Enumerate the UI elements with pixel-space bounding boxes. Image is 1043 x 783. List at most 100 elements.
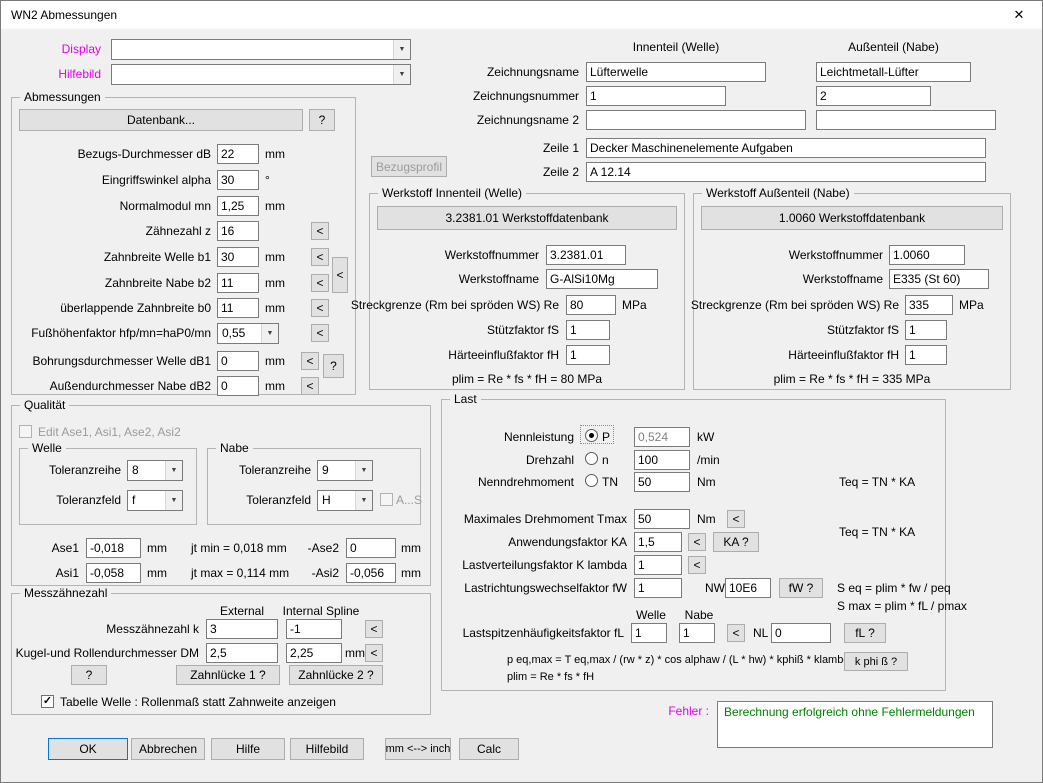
- zeichnungsname2-nabe-input[interactable]: [816, 110, 996, 130]
- spin-left-icon[interactable]: <: [311, 222, 329, 240]
- zeichnungsnummer-nabe-input[interactable]: [816, 86, 931, 106]
- close-icon[interactable]: ✕: [996, 1, 1042, 29]
- abbrechen-button[interactable]: Abbrechen: [131, 738, 205, 760]
- spin-left-icon[interactable]: <: [727, 510, 745, 528]
- hilfebild-button[interactable]: Hilfebild: [290, 738, 364, 760]
- spin-left-icon[interactable]: <: [301, 352, 319, 370]
- stuetzfaktor-welle-input[interactable]: [566, 320, 610, 340]
- zahnluecke1-button[interactable]: Zahnlücke 1 ?: [176, 665, 280, 685]
- eingriffswinkel-input[interactable]: [217, 170, 259, 190]
- lastverteilungsfaktor-input[interactable]: [634, 555, 682, 575]
- zahnluecke2-button[interactable]: Zahnlücke 2 ?: [289, 665, 383, 685]
- durchmesser-help-button[interactable]: ?: [323, 354, 344, 378]
- toleranzfeld-welle-value: f: [132, 493, 135, 507]
- messzaehnezahl-help-button[interactable]: ?: [71, 665, 107, 685]
- zeile2-label: Zeile 2: [543, 162, 579, 182]
- asi2-label: -Asi2: [312, 563, 339, 583]
- jt-min-text: jt min = 0,018 mm: [191, 538, 287, 558]
- display-combobox[interactable]: ▼: [111, 39, 411, 60]
- ueberlappende-zahnbreite-input[interactable]: [217, 298, 259, 318]
- zeichnungsname2-welle-input[interactable]: [586, 110, 806, 130]
- spin-left-icon[interactable]: <: [301, 377, 319, 395]
- bezugs-durchmesser-input[interactable]: [217, 144, 259, 164]
- toleranzreihe-welle-label: Toleranzreihe: [49, 460, 121, 480]
- spin-left-icon[interactable]: <: [311, 274, 329, 292]
- zeile2-input[interactable]: [586, 162, 986, 182]
- haerte-nabe-input[interactable]: [905, 345, 947, 365]
- anwendungsfaktor-input[interactable]: [634, 532, 682, 552]
- werkstoff-nabe-datenbank-button[interactable]: 1.0060 Werkstoffdatenbank: [701, 206, 1003, 230]
- fl-welle-input[interactable]: [631, 623, 667, 643]
- nw-input[interactable]: [725, 578, 771, 598]
- toleranzreihe-nabe-value: 9: [322, 463, 329, 477]
- normalmodul-input[interactable]: [217, 196, 259, 216]
- bohrungsdurchmesser-input[interactable]: [217, 351, 259, 371]
- radio-p[interactable]: [585, 429, 598, 442]
- asi1-input[interactable]: [86, 563, 141, 583]
- abmessungen-help-button[interactable]: ?: [309, 109, 335, 131]
- spin-left-icon[interactable]: <: [365, 644, 383, 662]
- rollendurchmesser-external-input[interactable]: [206, 643, 278, 663]
- tmax-input[interactable]: [634, 509, 690, 529]
- tabelle-welle-checkbox[interactable]: ✓: [41, 695, 54, 708]
- zahnbreite-welle-input[interactable]: [217, 247, 259, 267]
- fw-help-button[interactable]: fW ?: [779, 578, 823, 598]
- drehzahl-input[interactable]: [634, 450, 690, 470]
- mm-inch-button[interactable]: mm <--> inch: [385, 738, 451, 760]
- zeichnungsnummer-welle-input[interactable]: [586, 86, 726, 106]
- zeile1-input[interactable]: [586, 138, 986, 158]
- streckgrenze-welle-label: Streckgrenze (Rm bei spröden WS) Re: [351, 295, 559, 315]
- stuetzfaktor-nabe-input[interactable]: [905, 320, 947, 340]
- werkstoffnummer-welle-input[interactable]: [546, 245, 626, 265]
- zahnbreite-nabe-input[interactable]: [217, 273, 259, 293]
- ka-help-button[interactable]: KA ?: [713, 532, 759, 552]
- toleranzreihe-nabe-combobox[interactable]: 9 ▼: [317, 460, 373, 481]
- spin-left-icon[interactable]: <: [688, 556, 706, 574]
- radio-n[interactable]: [585, 452, 598, 465]
- fusshoehenfaktor-combobox[interactable]: 0,55 ▼: [217, 323, 279, 344]
- nenndrehmoment-input[interactable]: [634, 472, 690, 492]
- spin-left-icon[interactable]: <: [311, 299, 329, 317]
- fl-nabe-input[interactable]: [679, 623, 715, 643]
- werkstoff-welle-datenbank-button[interactable]: 3.2381.01 Werkstoffdatenbank: [377, 206, 677, 230]
- kphib-help-button[interactable]: k phi ß ?: [844, 652, 908, 671]
- nl-input[interactable]: [771, 623, 831, 643]
- unit-label: mm: [265, 376, 285, 396]
- spin-left-icon[interactable]: <: [688, 533, 706, 551]
- toleranzfeld-nabe-combobox[interactable]: H ▼: [317, 490, 373, 511]
- streckgrenze-nabe-input[interactable]: [905, 295, 953, 315]
- ase1-input[interactable]: [86, 538, 141, 558]
- spin-left-icon[interactable]: <: [727, 624, 745, 642]
- toleranzfeld-welle-combobox[interactable]: f ▼: [127, 490, 183, 511]
- nennleistung-input[interactable]: [634, 427, 690, 447]
- radio-tn[interactable]: [585, 474, 598, 487]
- zeichnungsname-nabe-input[interactable]: [816, 62, 971, 82]
- calc-button[interactable]: Calc: [459, 738, 519, 760]
- zeichnungsname-welle-input[interactable]: [586, 62, 766, 82]
- messzaehnezahl-k-external-input[interactable]: [206, 619, 278, 639]
- werkstoffnummer-nabe-input[interactable]: [889, 245, 965, 265]
- zaehnezahl-input[interactable]: [217, 221, 259, 241]
- messzaehnezahl-k-internal-input[interactable]: [286, 619, 342, 639]
- hilfebild-combobox[interactable]: ▼: [111, 64, 411, 85]
- streckgrenze-welle-input[interactable]: [566, 295, 616, 315]
- asi2-input[interactable]: [346, 563, 396, 583]
- zaehnezahl-label: Zähnezahl z: [146, 221, 211, 241]
- spin-left-icon[interactable]: <: [311, 324, 329, 342]
- messzaehnezahl-k-label: Messzähnezahl k: [106, 619, 199, 639]
- datenbank-button[interactable]: Datenbank...: [19, 109, 303, 131]
- hilfe-button[interactable]: Hilfe: [211, 738, 285, 760]
- rollendurchmesser-internal-input[interactable]: [286, 643, 342, 663]
- lastrichtungswechselfaktor-input[interactable]: [634, 578, 682, 598]
- spin-left-b1b2-icon[interactable]: <: [332, 257, 348, 293]
- haerte-welle-input[interactable]: [566, 345, 610, 365]
- werkstoffname-nabe-input[interactable]: [889, 269, 989, 289]
- werkstoffname-welle-input[interactable]: [546, 269, 658, 289]
- spin-left-icon[interactable]: <: [311, 248, 329, 266]
- toleranzreihe-welle-combobox[interactable]: 8 ▼: [127, 460, 183, 481]
- spin-left-icon[interactable]: <: [365, 620, 383, 638]
- ase2-input[interactable]: [346, 538, 396, 558]
- ok-button[interactable]: OK: [48, 738, 128, 760]
- fl-help-button[interactable]: fL ?: [844, 623, 886, 643]
- aussendurchmesser-input[interactable]: [217, 376, 259, 396]
